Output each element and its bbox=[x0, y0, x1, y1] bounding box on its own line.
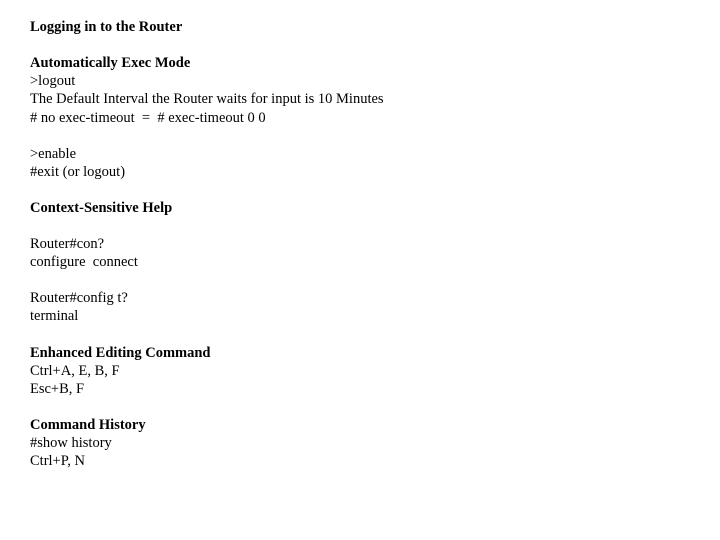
enhanced-editing-esc: Esc+B, F bbox=[30, 380, 720, 398]
enhanced-editing-ctrl: Ctrl+A, E, B, F bbox=[30, 362, 720, 380]
section-enhanced-editing-heading: Enhanced Editing Command bbox=[30, 344, 720, 362]
exec-mode-line-logout: >logout bbox=[30, 72, 720, 90]
section-command-history-heading: Command History bbox=[30, 416, 720, 434]
context-help-config-t-result: terminal bbox=[30, 307, 720, 325]
command-history-ctrl: Ctrl+P, N bbox=[30, 452, 720, 470]
context-help-con-query: Router#con? bbox=[30, 235, 720, 253]
section-exec-mode-heading: Automatically Exec Mode bbox=[30, 54, 720, 72]
page-title: Logging in to the Router bbox=[30, 18, 720, 36]
section-context-help-heading: Context-Sensitive Help bbox=[30, 199, 720, 217]
exec-mode-line-default-interval: The Default Interval the Router waits fo… bbox=[30, 90, 720, 108]
command-history-show: #show history bbox=[30, 434, 720, 452]
context-help-con-result: configure connect bbox=[30, 253, 720, 271]
enable-line: >enable bbox=[30, 145, 720, 163]
context-help-config-t-query: Router#config t? bbox=[30, 289, 720, 307]
exec-mode-line-no-exec-timeout: # no exec-timeout = # exec-timeout 0 0 bbox=[30, 109, 720, 127]
exit-line: #exit (or logout) bbox=[30, 163, 720, 181]
